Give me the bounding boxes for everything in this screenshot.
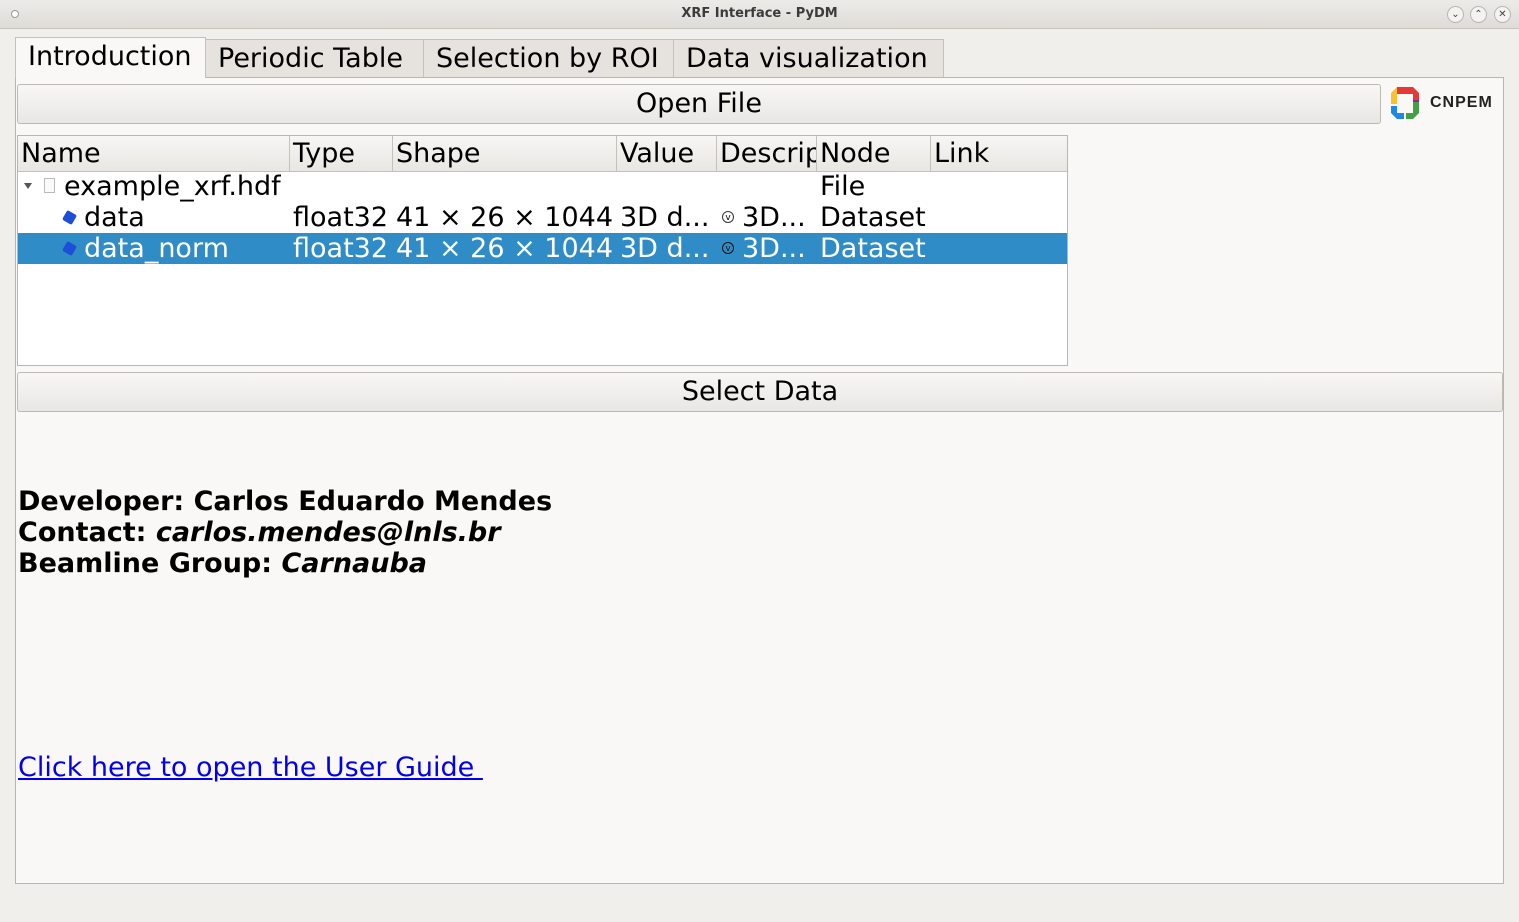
logo-text: CNPEM [1430,94,1493,111]
contact-label: Contact: [18,517,156,548]
dataset-icon [61,209,78,226]
row-name: data_norm [84,233,229,264]
window-titlebar: XRF Interface - PyDM ⌄ ⌃ ✕ [0,0,1519,29]
tree-row[interactable]: example_xrf.hdf File [18,171,1067,202]
close-icon[interactable]: ✕ [1494,6,1511,23]
column-header-link[interactable]: Link [931,136,1067,171]
group-line: Beamline Group: Carnauba [18,548,427,579]
row-type: float32 [293,233,389,264]
row-node: Dataset [820,233,926,264]
column-header-name[interactable]: Name [18,136,290,171]
minimize-icon[interactable]: ⌄ [1447,6,1464,23]
tree-header: Name Type Shape Value Descrip Node Link [18,136,1067,172]
hdf5-tree-view[interactable]: Name Type Shape Value Descrip Node Link … [17,135,1068,366]
row-description: 3D... [742,233,806,264]
column-header-node[interactable]: Node [817,136,931,171]
tree-row-selected[interactable]: data_norm float32 41 × 26 × 1044 3D d...… [18,233,1067,264]
tab-data-visualization[interactable]: Data visualization [673,39,944,77]
developer-label: Developer: [18,486,194,517]
user-guide-link[interactable]: Click here to open the User Guide [18,752,483,783]
open-file-button[interactable]: Open File [17,84,1381,124]
column-header-type[interactable]: Type [290,136,393,171]
tree-row[interactable]: data float32 41 × 26 × 1044 3D d... v 3D… [18,202,1067,233]
row-node: File [820,171,866,202]
row-shape: 41 × 26 × 1044 [396,233,614,264]
group-label: Beamline Group: [18,548,282,579]
row-name: example_xrf.hdf [64,171,281,202]
cnpem-logo: CNPEM [1386,85,1504,121]
row-shape: 41 × 26 × 1044 [396,202,614,233]
row-node: Dataset [820,202,926,233]
row-description: 3D... [742,202,806,233]
dataset-icon [61,240,78,257]
group-name: Carnauba [281,548,428,579]
row-value: 3D d... [620,202,710,233]
developer-line: Developer: Carlos Eduardo Mendes [18,486,552,517]
description-badge-icon: v [722,211,734,223]
tab-selection-by-roi[interactable]: Selection by ROI [423,39,674,77]
row-value: 3D d... [620,233,710,264]
column-header-description[interactable]: Descrip [717,136,817,171]
tab-introduction[interactable]: Introduction [15,37,206,78]
contact-email: carlos.mendes@lnls.br [155,517,501,548]
maximize-icon[interactable]: ⌃ [1470,6,1487,23]
expand-arrow-icon[interactable] [24,183,32,189]
developer-name: Carlos Eduardo Mendes [193,486,553,517]
select-data-button[interactable]: Select Data [17,372,1503,412]
description-badge-icon: v [722,242,734,254]
contact-line: Contact: carlos.mendes@lnls.br [18,517,501,548]
window-title: XRF Interface - PyDM [681,6,838,21]
tab-periodic-table[interactable]: Periodic Table [205,39,424,77]
row-name: data [84,202,145,233]
cnpem-logo-icon [1391,87,1419,119]
row-type: float32 [293,202,389,233]
column-header-value[interactable]: Value [617,136,717,171]
file-icon [44,178,55,193]
column-header-shape[interactable]: Shape [393,136,617,171]
